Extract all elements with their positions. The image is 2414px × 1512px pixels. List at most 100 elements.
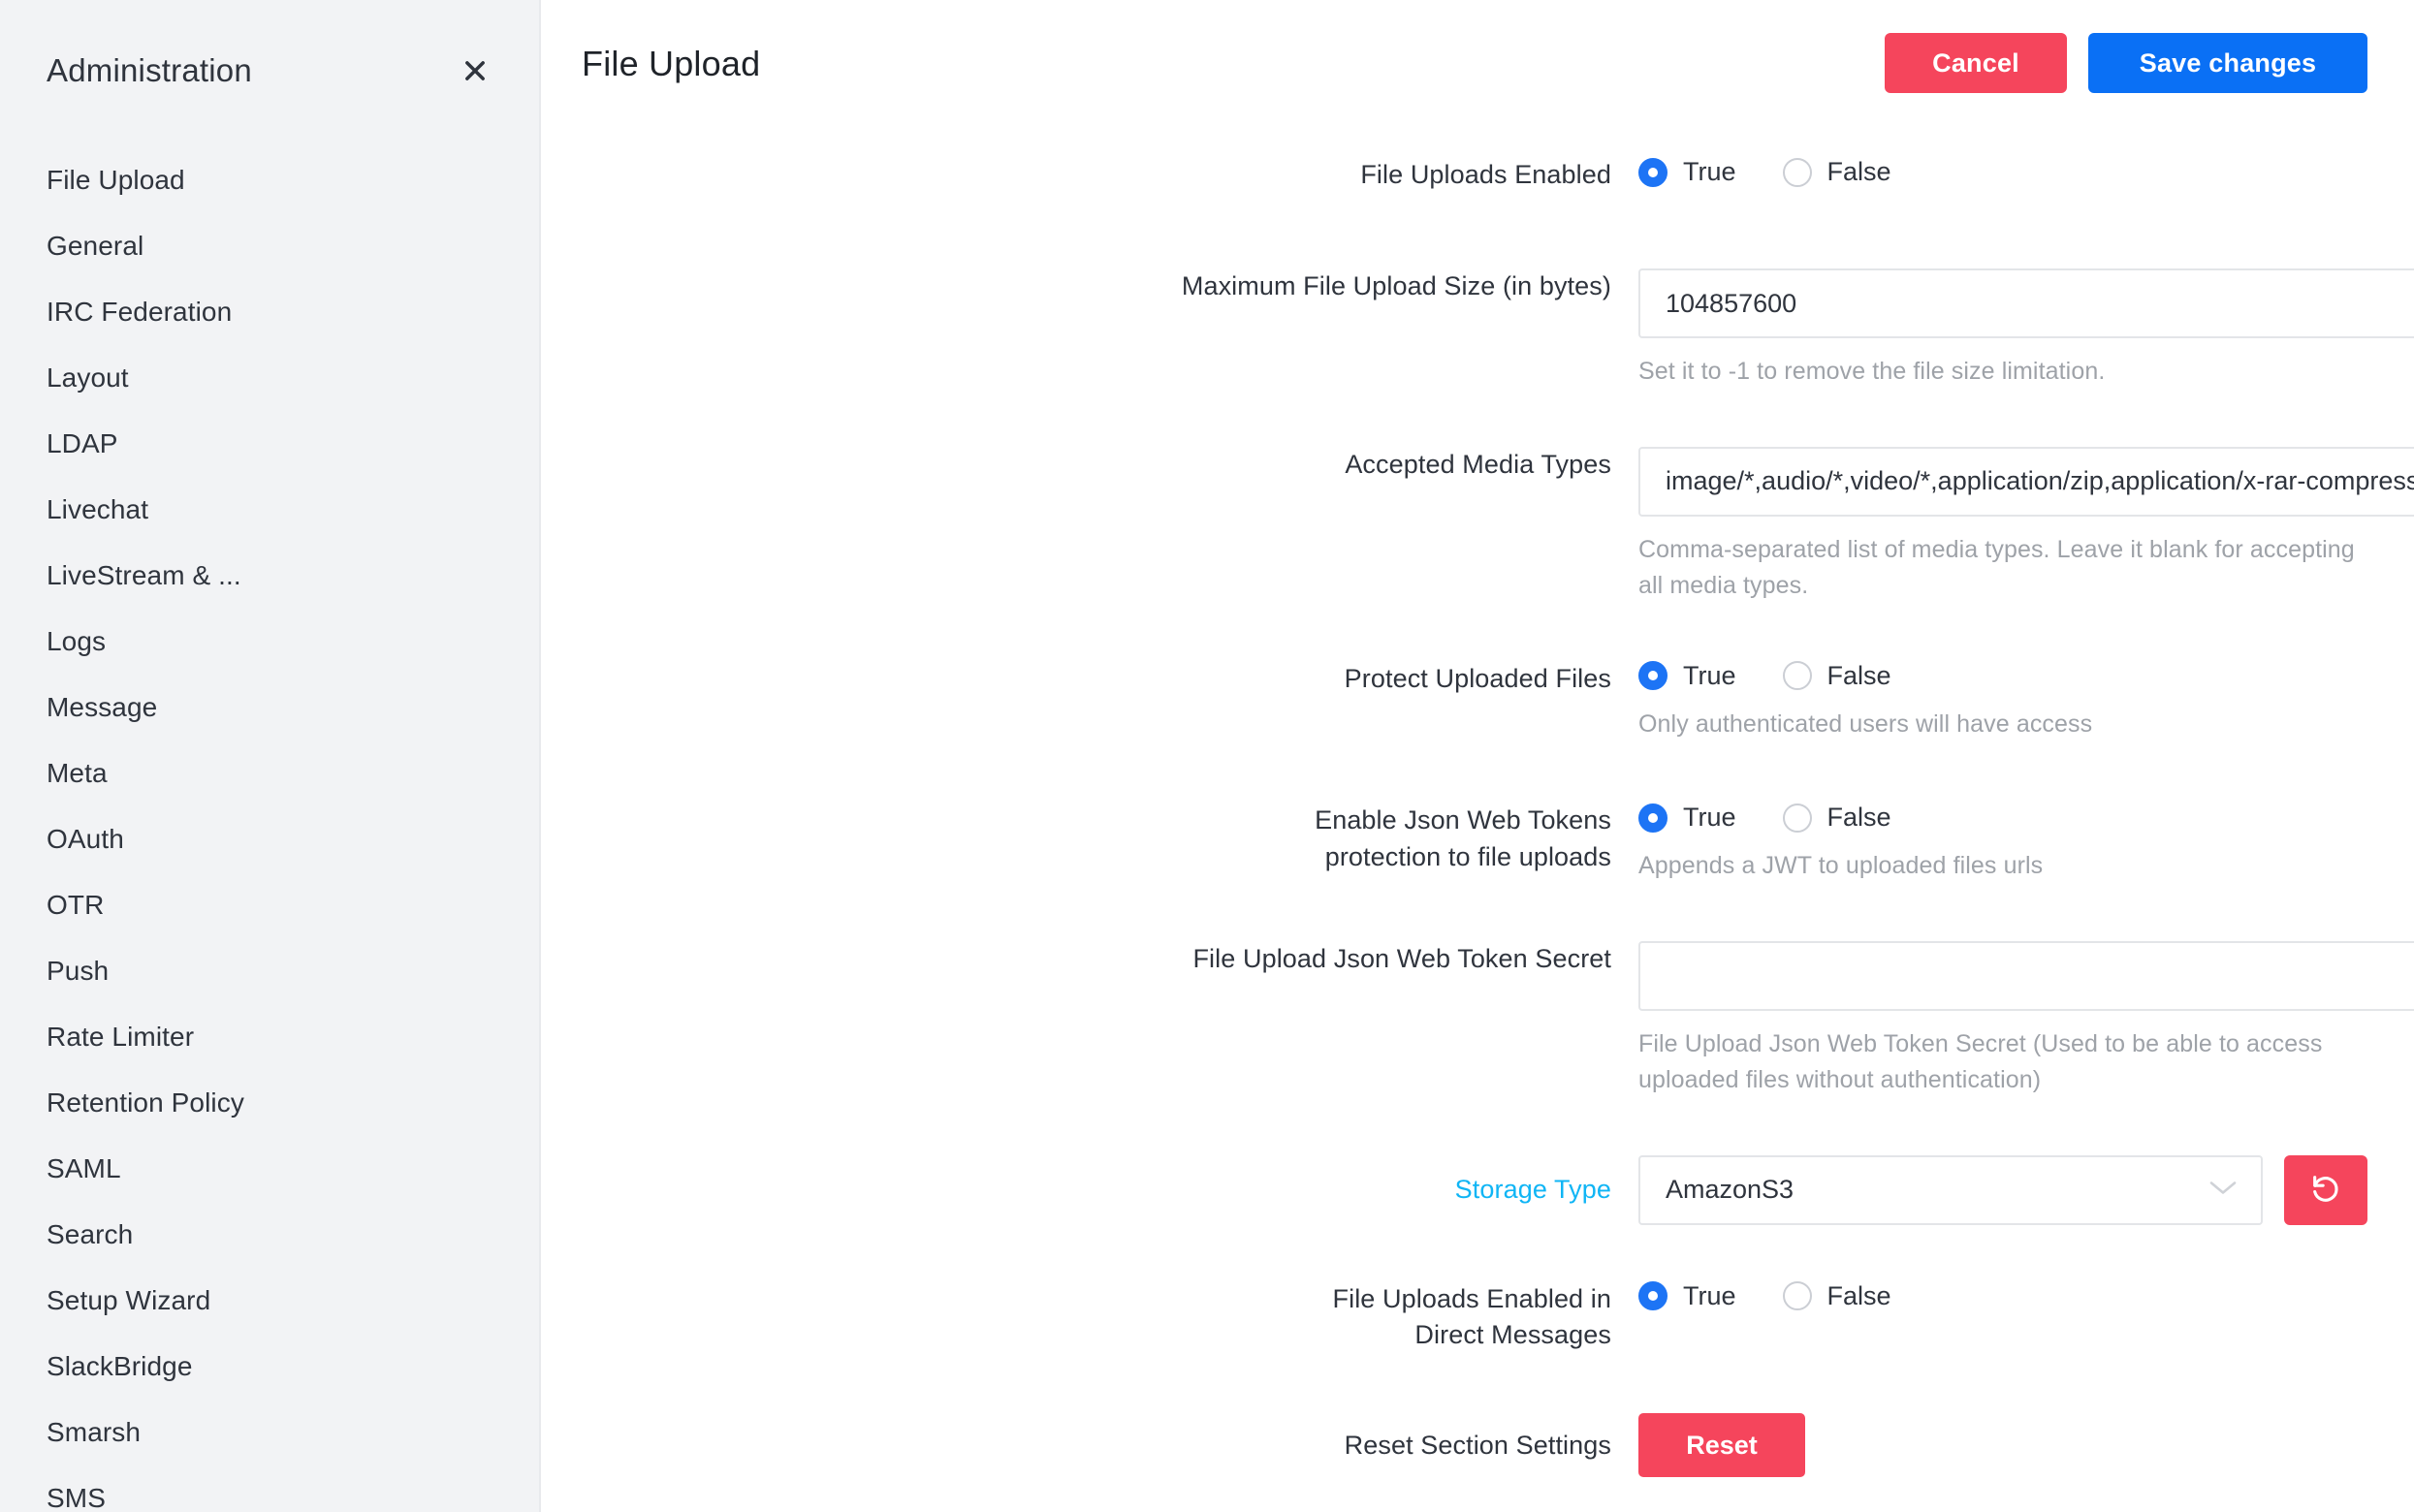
sidebar-item-retention-policy[interactable]: Retention Policy [0, 1070, 539, 1136]
setting-hint: Appends a JWT to uploaded files urls [1638, 852, 2044, 880]
sidebar-item-label: SlackBridge [47, 1351, 193, 1381]
accepted-media-types-input[interactable] [1638, 446, 2414, 517]
setting-row-accepted-media-types: Accepted Media Types Comma-separated lis… [541, 446, 2414, 605]
radio-indicator-true [1638, 1281, 1668, 1311]
setting-label: Storage Type [1454, 1175, 1611, 1205]
radio-indicator-false [1782, 803, 1812, 833]
sidebar-item-label: Setup Wizard [47, 1285, 211, 1315]
save-changes-button[interactable]: Save changes [2088, 33, 2367, 93]
radio-label-false: False [1826, 1280, 1891, 1310]
sidebar-item-oauth[interactable]: OAuth [0, 806, 539, 872]
sidebar-item-search[interactable]: Search [0, 1202, 539, 1268]
setting-control: True False Appends a JWT to uploaded fil… [1638, 803, 2414, 885]
sidebar-item-label: Search [47, 1219, 134, 1249]
sidebar-item-meta[interactable]: Meta [0, 740, 539, 806]
setting-control: Comma-separated list of media types. Lea… [1638, 446, 2414, 605]
setting-control: True False Only authenticated users will… [1638, 661, 2414, 743]
settings-header: File Upload Cancel Save changes [541, 0, 2414, 116]
setting-label: Protect Uploaded Files [1344, 663, 1611, 693]
sidebar-item-ldap[interactable]: LDAP [0, 411, 539, 477]
setting-row-max-file-upload-size: Maximum File Upload Size (in bytes) Set … [541, 268, 2414, 391]
radio-option-true[interactable]: True [1638, 803, 1736, 833]
radio-option-false[interactable]: False [1782, 157, 1891, 187]
sidebar-item-saml[interactable]: SAML [0, 1136, 539, 1202]
radio-option-false[interactable]: False [1782, 660, 1891, 691]
radio-option-false[interactable]: False [1782, 1280, 1891, 1311]
sidebar-item-general[interactable]: General [0, 213, 539, 279]
sidebar-item-sms[interactable]: SMS [0, 1465, 539, 1512]
max-file-upload-size-input[interactable] [1638, 268, 2414, 339]
sidebar-item-label: Push [47, 956, 110, 986]
setting-hint: Set it to -1 to remove the file size lim… [1638, 358, 2106, 386]
sidebar-item-rate-limiter[interactable]: Rate Limiter [0, 1004, 539, 1070]
setting-row-jwt-secret: File Upload Json Web Token Secret File U… [541, 940, 2414, 1099]
setting-control: AmazonS3 [1638, 1154, 2414, 1225]
sidebar-item-label: LiveStream & ... [47, 560, 241, 590]
sidebar-item-smarsh[interactable]: Smarsh [0, 1400, 539, 1465]
reset-arrow-icon [2309, 1172, 2342, 1208]
jwt-secret-input[interactable] [1638, 940, 2414, 1011]
admin-settings-page: Administration File Upload General IRC F… [0, 0, 2414, 1512]
sidebar-item-file-upload[interactable]: File Upload [0, 147, 539, 213]
radio-option-true[interactable]: True [1638, 661, 1736, 691]
sidebar-item-logs[interactable]: Logs [0, 609, 539, 675]
header-actions: Cancel Save changes [1885, 23, 2367, 93]
sidebar-item-livestream[interactable]: LiveStream & ... [0, 543, 539, 609]
sidebar-item-label: General [47, 231, 144, 261]
setting-hint: Only authenticated users will have acces… [1638, 709, 2093, 738]
setting-label: Enable Json Web Tokens protection to fil… [1315, 805, 1611, 871]
admin-sidebar: Administration File Upload General IRC F… [0, 0, 541, 1512]
sidebar-item-label: Livechat [47, 494, 149, 524]
page-title: File Upload [582, 44, 761, 83]
settings-panel: File Upload Cancel Save changes File Upl… [541, 0, 2414, 1512]
sidebar-item-livechat[interactable]: Livechat [0, 477, 539, 543]
setting-hint: File Upload Json Web Token Secret (Used … [1638, 1029, 2323, 1094]
setting-hint: Comma-separated list of media types. Lea… [1638, 535, 2355, 600]
cancel-button[interactable]: Cancel [1885, 33, 2067, 93]
radio-option-false[interactable]: False [1782, 803, 1891, 833]
setting-row-protect-uploaded-files: Protect Uploaded Files True False Only a… [541, 661, 2414, 743]
sidebar-item-layout[interactable]: Layout [0, 345, 539, 411]
radio-label-false: False [1826, 803, 1891, 833]
close-icon[interactable] [456, 51, 494, 90]
sidebar-item-label: SMS [47, 1483, 106, 1512]
sidebar-item-otr[interactable]: OTR [0, 872, 539, 938]
sidebar-nav: File Upload General IRC Federation Layou… [0, 147, 539, 1512]
radio-option-true[interactable]: True [1638, 157, 1736, 187]
radio-group-protect-uploaded-files: True False [1638, 661, 2367, 691]
radio-label-true: True [1683, 803, 1736, 833]
sidebar-item-slackbridge[interactable]: SlackBridge [0, 1334, 539, 1400]
setting-label: Reset Section Settings [1344, 1430, 1611, 1460]
reset-section-button[interactable]: Reset [1638, 1413, 1805, 1478]
storage-type-value: AmazonS3 [1666, 1175, 1795, 1205]
setting-row-jwt-protection: Enable Json Web Tokens protection to fil… [541, 803, 2414, 885]
radio-indicator-true [1638, 803, 1668, 833]
storage-type-select[interactable]: AmazonS3 [1638, 1154, 2263, 1225]
sidebar-item-message[interactable]: Message [0, 675, 539, 740]
reset-storage-type-button[interactable] [2284, 1154, 2367, 1225]
setting-control: Set it to -1 to remove the file size lim… [1638, 268, 2414, 391]
setting-control: File Upload Json Web Token Secret (Used … [1638, 940, 2414, 1099]
setting-row-storage-type: Storage Type AmazonS3 [541, 1154, 2414, 1225]
sidebar-item-label: Smarsh [47, 1417, 142, 1447]
sidebar-item-setup-wizard[interactable]: Setup Wizard [0, 1268, 539, 1334]
sidebar-item-label: Layout [47, 362, 129, 393]
sidebar-item-label: File Upload [47, 165, 185, 195]
radio-option-true[interactable]: True [1638, 1281, 1736, 1311]
radio-indicator-false [1782, 1281, 1812, 1311]
radio-label-false: False [1826, 157, 1891, 186]
sidebar-item-label: Logs [47, 626, 107, 656]
sidebar-item-push[interactable]: Push [0, 938, 539, 1004]
radio-label-false: False [1826, 660, 1891, 690]
radio-indicator-false [1782, 661, 1812, 691]
sidebar-item-irc-federation[interactable]: IRC Federation [0, 279, 539, 345]
sidebar-item-label: OTR [47, 890, 105, 920]
sidebar-item-label: LDAP [47, 428, 118, 458]
radio-indicator-false [1782, 157, 1812, 187]
radio-group-jwt-protection: True False [1638, 803, 2367, 833]
